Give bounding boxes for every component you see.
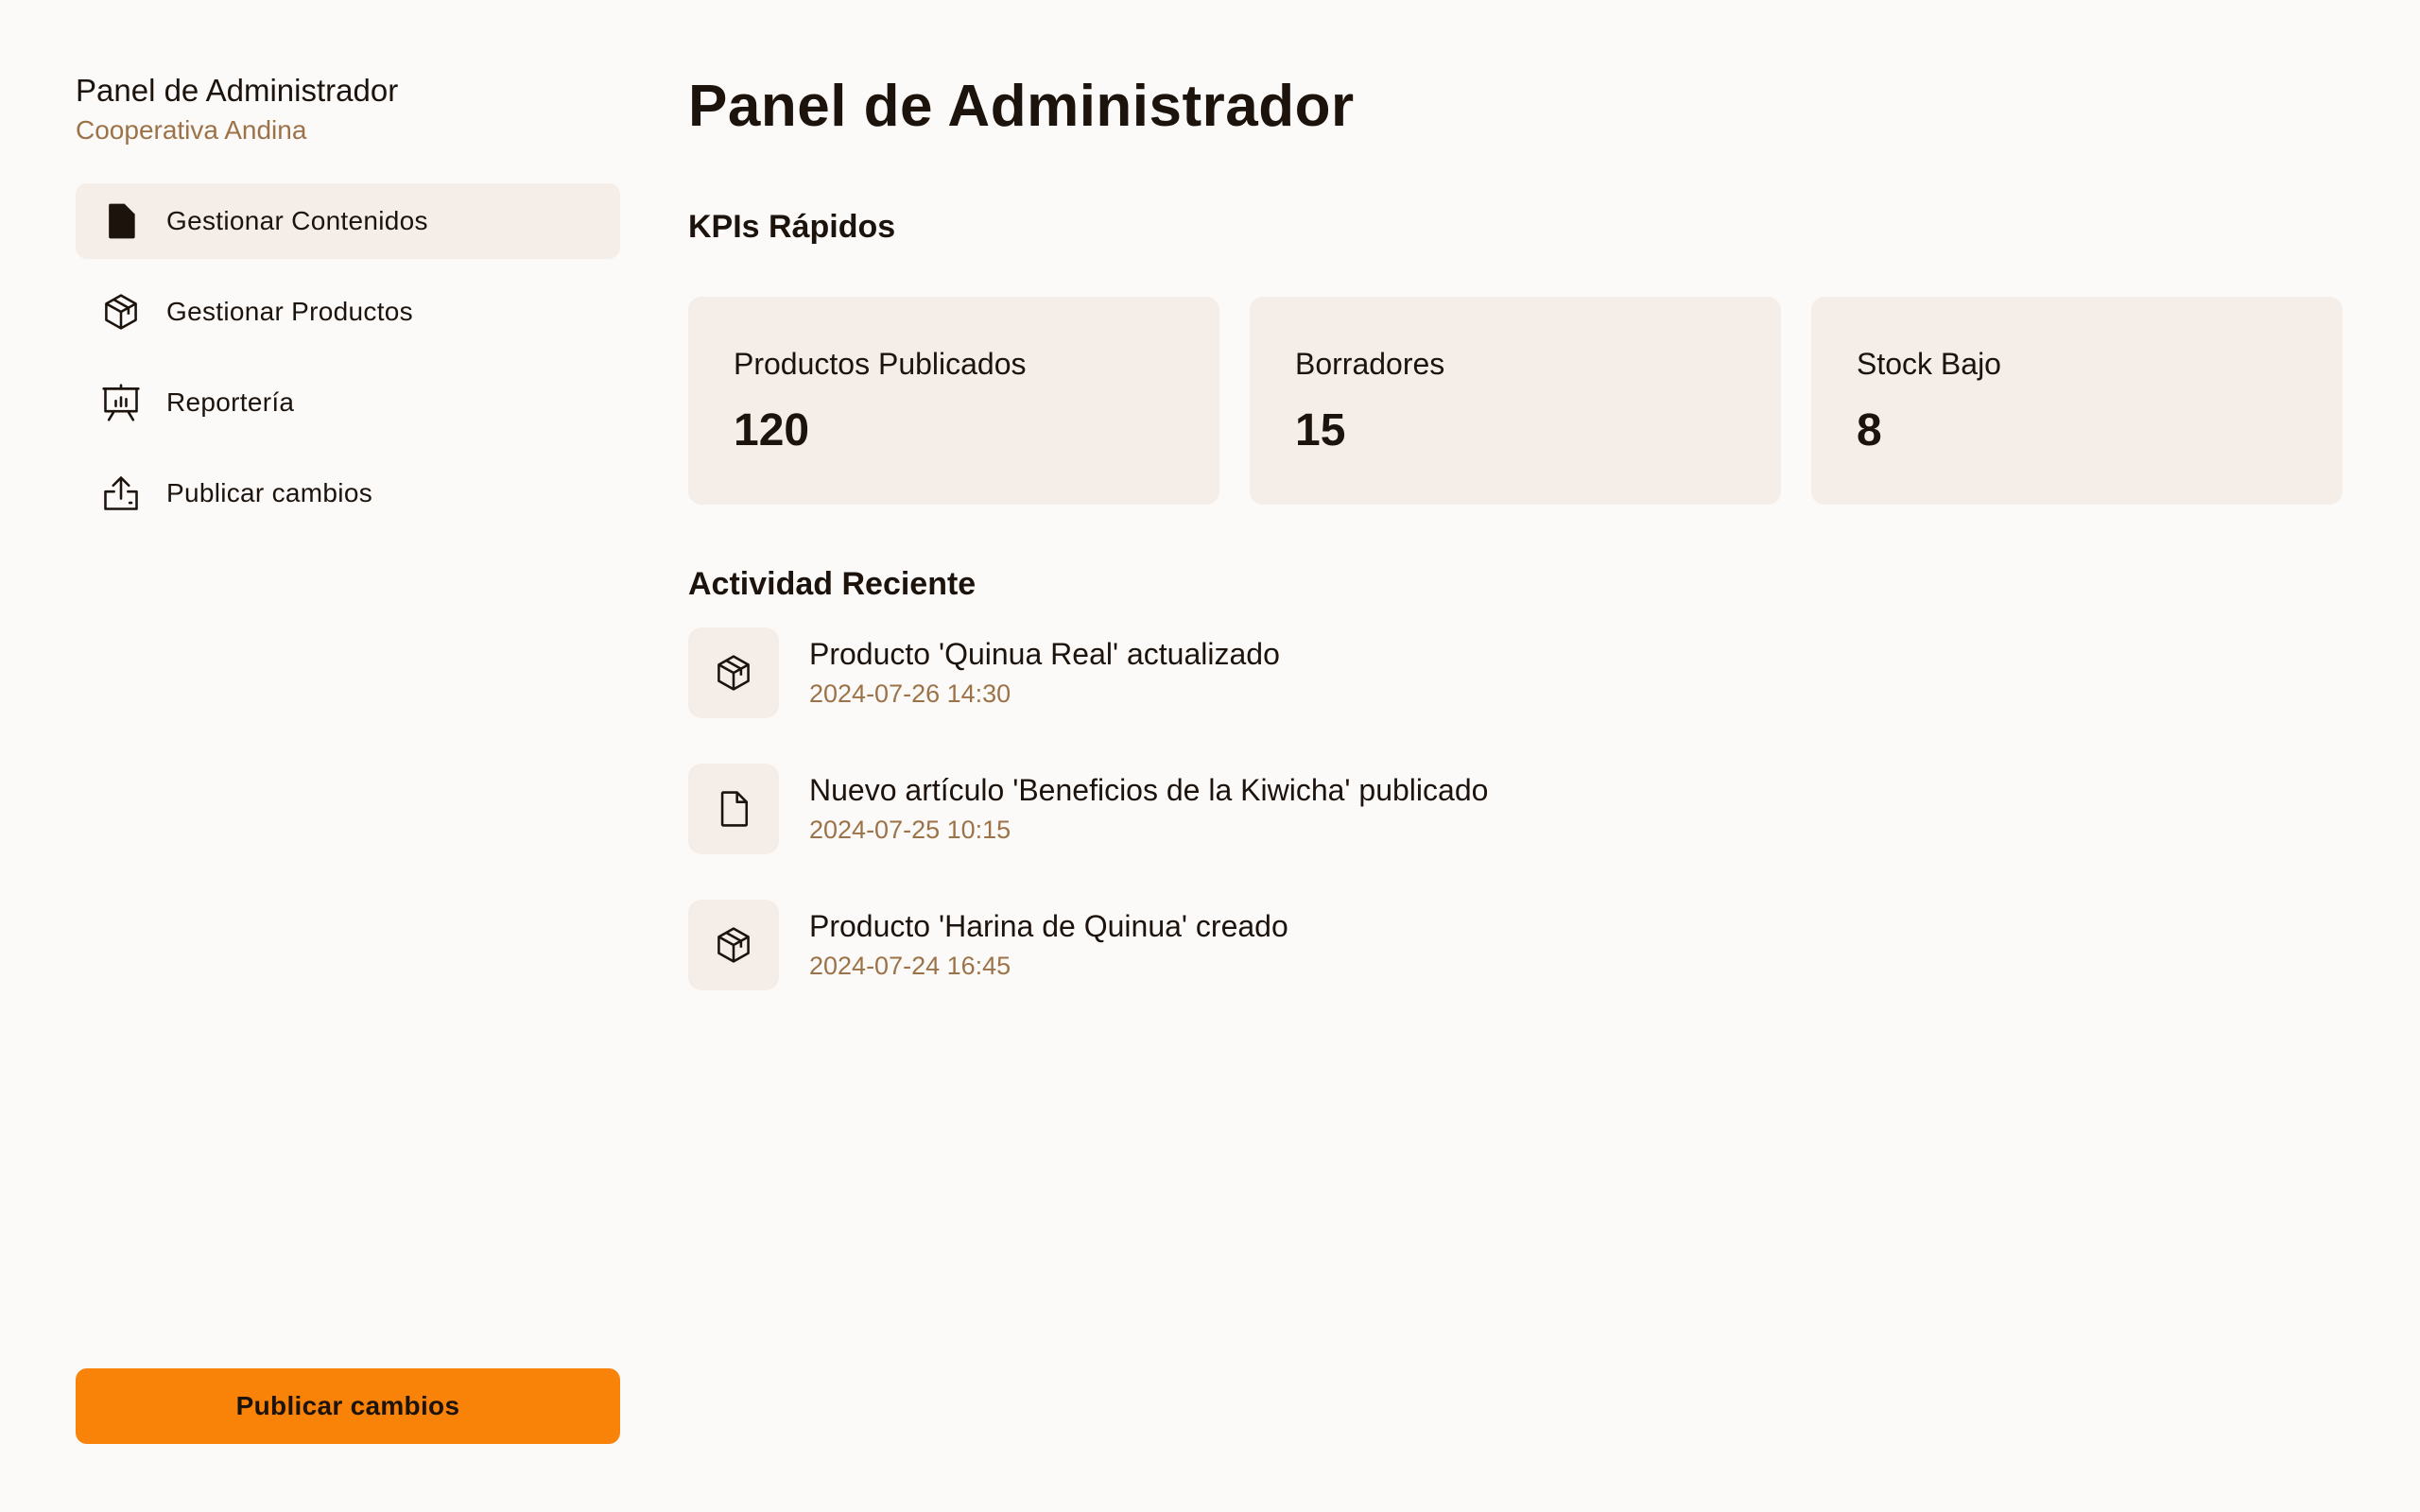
kpi-label: Productos Publicados — [734, 347, 1027, 381]
activity-title: Producto 'Harina de Quinua' creado — [809, 909, 1288, 943]
page-title: Panel de Administrador — [688, 74, 1355, 139]
app-root: Panel de Administrador Cooperativa Andin… — [0, 0, 2420, 1512]
kpi-card-borradores: Borradores 15 — [1250, 297, 1781, 505]
kpi-label: Stock Bajo — [1857, 347, 2001, 381]
sidebar-item-label: Gestionar Contenidos — [166, 206, 428, 235]
activity-section-title: Actividad Reciente — [688, 566, 977, 602]
list-item: Producto 'Harina de Quinua' creado 2024-… — [688, 900, 2420, 990]
sidebar: Panel de Administrador Cooperativa Andin… — [0, 0, 688, 1512]
list-item: Producto 'Quinua Real' actualizado 2024-… — [688, 627, 2420, 718]
main-content: Panel de Administrador KPIs Rápidos Prod… — [688, 0, 2420, 1512]
sidebar-item-gestionar-contenidos[interactable]: Gestionar Contenidos — [76, 183, 620, 259]
activity-timestamp: 2024-07-26 14:30 — [809, 679, 1011, 708]
kpi-card-productos-publicados: Productos Publicados 120 — [688, 297, 1219, 505]
package-icon — [98, 289, 144, 335]
activity-title: Producto 'Quinua Real' actualizado — [809, 637, 1280, 671]
file-icon — [688, 764, 779, 854]
sidebar-item-gestionar-productos[interactable]: Gestionar Productos — [76, 274, 620, 350]
package-icon — [688, 627, 779, 718]
kpi-value: 8 — [1857, 405, 1882, 455]
sidebar-item-publicar-cambios[interactable]: Publicar cambios — [76, 455, 620, 531]
activity-list: Producto 'Quinua Real' actualizado 2024-… — [688, 627, 2420, 990]
kpi-label: Borradores — [1295, 347, 1445, 381]
presentation-chart-icon — [98, 380, 144, 425]
package-icon — [688, 900, 779, 990]
activity-timestamp: 2024-07-25 10:15 — [809, 816, 1011, 844]
activity-text: Producto 'Harina de Quinua' creado 2024-… — [809, 905, 1288, 985]
kpi-section-title: KPIs Rápidos — [688, 209, 896, 245]
kpi-card-stock-bajo: Stock Bajo 8 — [1811, 297, 2342, 505]
sidebar-item-label: Publicar cambios — [166, 478, 372, 507]
upload-icon — [98, 471, 144, 516]
activity-timestamp: 2024-07-24 16:45 — [809, 952, 1011, 980]
activity-text: Nuevo artículo 'Beneficios de la Kiwicha… — [809, 769, 1488, 849]
list-item: Nuevo artículo 'Beneficios de la Kiwicha… — [688, 764, 2420, 854]
file-icon — [98, 198, 144, 244]
sidebar-title: Panel de Administrador — [76, 73, 399, 108]
kpi-value: 120 — [734, 405, 810, 455]
activity-text: Producto 'Quinua Real' actualizado 2024-… — [809, 633, 1280, 713]
kpi-value: 15 — [1295, 405, 1346, 455]
sidebar-item-reporteria[interactable]: Reportería — [76, 365, 620, 440]
sidebar-item-label: Gestionar Productos — [166, 297, 413, 326]
publish-changes-button[interactable]: Publicar cambios — [76, 1368, 620, 1444]
sidebar-subtitle: Cooperativa Andina — [76, 115, 307, 145]
kpi-cards: Productos Publicados 120 Borradores 15 S… — [688, 297, 2344, 505]
activity-title: Nuevo artículo 'Beneficios de la Kiwicha… — [809, 773, 1489, 807]
sidebar-item-label: Reportería — [166, 387, 295, 417]
sidebar-nav: Gestionar Contenidos Gestionar Productos… — [76, 183, 620, 531]
